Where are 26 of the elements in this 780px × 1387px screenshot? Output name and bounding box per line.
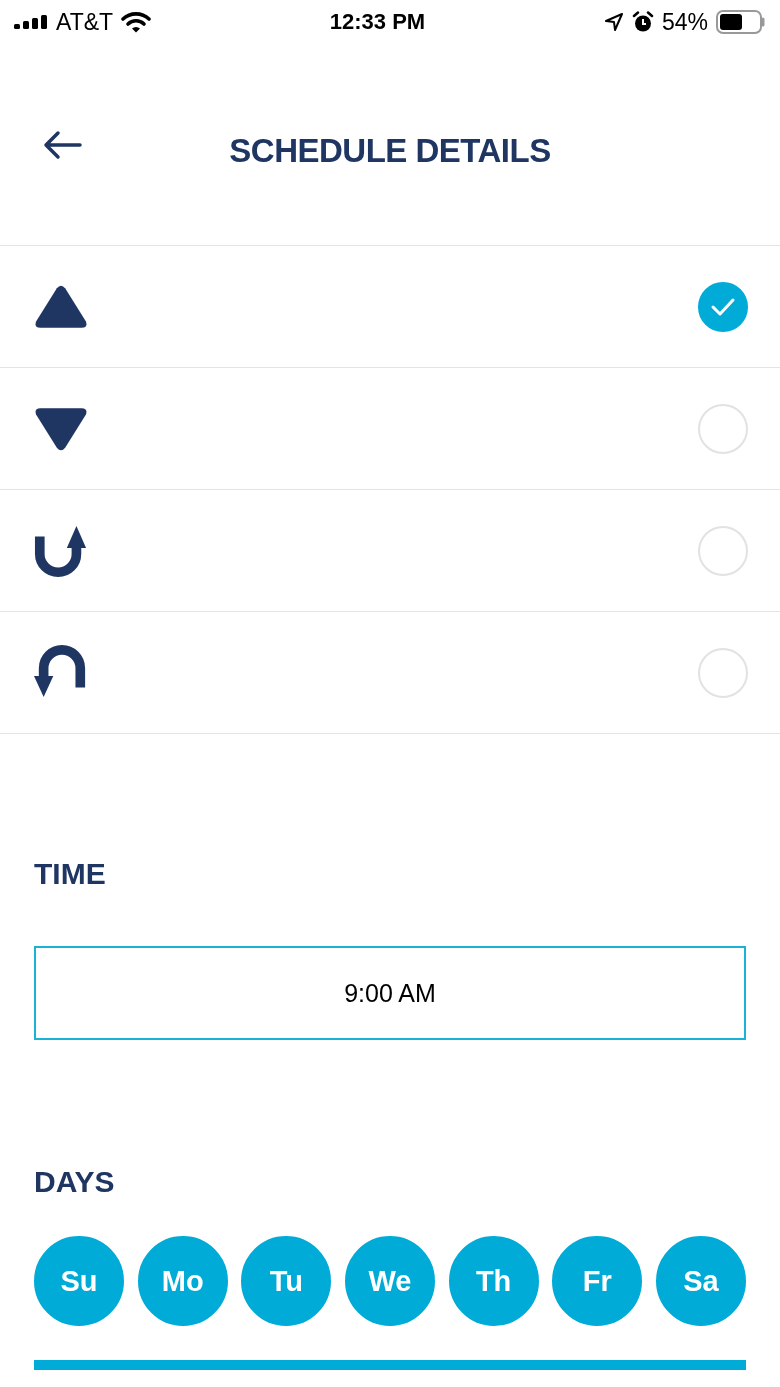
bottom-button[interactable] (34, 1360, 746, 1370)
battery-icon (716, 10, 766, 34)
day-toggle[interactable]: Fr (552, 1236, 643, 1326)
day-toggle[interactable]: Tu (241, 1236, 332, 1326)
time-field[interactable]: 9:00 AM (34, 946, 746, 1040)
back-button[interactable] (42, 129, 82, 160)
back-arrow-icon (42, 129, 82, 160)
day-toggle[interactable]: Mo (137, 1236, 228, 1326)
day-toggle[interactable]: Sa (655, 1236, 746, 1326)
wifi-icon (121, 11, 152, 33)
screen-title: SCHEDULE DETAILS (229, 132, 551, 170)
signal-icon (14, 15, 48, 29)
day-toggle[interactable]: Th (448, 1236, 539, 1326)
day-toggle[interactable]: Su (34, 1236, 124, 1326)
down-triangle-icon (34, 405, 88, 452)
alarm-icon (631, 11, 654, 33)
check-icon (710, 296, 736, 317)
status-time: 12:33 PM (329, 9, 426, 35)
up-triangle-icon (34, 283, 88, 330)
location-icon (603, 12, 624, 32)
battery-percent: 54% (661, 8, 708, 36)
section-label: TIME (34, 856, 107, 892)
day-toggle[interactable]: We (344, 1236, 435, 1326)
carrier-name: AT&T (56, 8, 114, 36)
radio-button[interactable] (698, 281, 748, 332)
section-label: DAYS (34, 1164, 116, 1200)
